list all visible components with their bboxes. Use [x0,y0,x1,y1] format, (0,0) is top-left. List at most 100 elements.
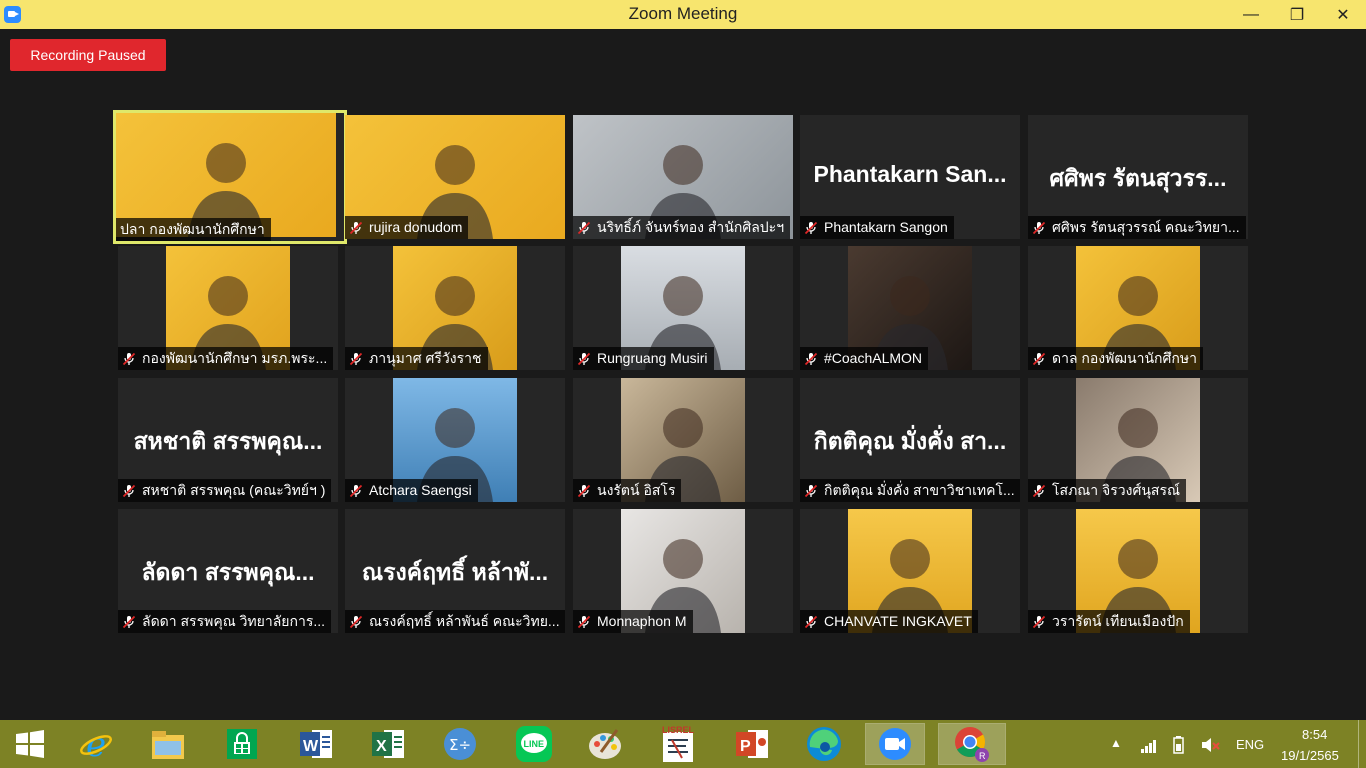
participant-tile[interactable]: โสภณา จิรวงศ์นุสรณ์ [1028,378,1248,502]
participant-display-name: Phantakarn San... [813,161,1007,187]
participant-name-label: กองพัฒนานักศึกษา มรภ.พระ... [118,347,334,370]
powerpoint-icon: P [736,730,768,758]
participant-name: #CoachALMON [824,350,923,366]
recording-paused-badge[interactable]: Recording Paused [10,39,166,71]
participant-display-name: สหชาติ สรรพคุณ... [133,428,323,454]
lisrel-icon-text: LISREL [662,725,695,735]
mic-muted-icon [577,221,591,234]
participant-tile[interactable]: นริทธิ์ภ์ จันทร์ทอง สำนักศิลปะฯ [573,115,793,239]
maximize-button[interactable]: ❐ [1274,0,1320,29]
paint-icon [589,729,621,759]
participant-name: Phantakarn Sangon [824,219,948,235]
show-hidden-icons-chevron-icon[interactable]: ▲ [1110,736,1122,750]
word-button[interactable]: W [294,724,338,764]
math-input-button[interactable]: Σ÷ [438,724,482,764]
participant-name-label: ดาล กองพัฒนานักศึกษา [1028,347,1203,370]
svg-text:LINE: LINE [524,739,545,749]
chrome-taskbar-button[interactable]: R [938,723,1006,765]
line-button[interactable]: LINE [512,724,556,764]
mic-muted-icon [1032,221,1046,234]
participant-name-label: นริทธิ์ภ์ จันทร์ทอง สำนักศิลปะฯ [573,216,791,239]
participant-display-name: ณรงค์ฤทธิ์ หล้าพั... [361,559,549,585]
participant-name: ลัดดา สรรพคุณ วิทยาลัยการ... [142,613,326,629]
participant-name-label: สหชาติ สรรพคุณ (คณะวิทย์ฯ ) [118,479,332,502]
participant-name: วรารัตน์ เทียนเมืองปัก [1052,613,1184,629]
participant-display-name: กิตติคุณ มั่งคั่ง สา... [813,428,1007,454]
participant-name-label: ลัดดา สรรพคุณ วิทยาลัยการ... [118,610,332,633]
zoom-icon [879,728,911,760]
participant-name-label: Rungruang Musiri [573,347,714,370]
participant-tile[interactable]: ปลา กองพัฒนานักศึกษา [113,110,347,244]
participant-name: Atchara Saengsi [369,482,472,498]
svg-text:P: P [740,738,751,755]
svg-text:W: W [303,738,319,755]
participant-tile[interactable]: ณรงค์ฤทธิ์ หล้าพั... ณรงค์ฤทธิ์ หล้าพันธ์… [345,509,565,633]
start-button[interactable] [8,724,52,764]
participant-tile[interactable]: วรารัตน์ เทียนเมืองปัก [1028,509,1248,633]
participant-display-name: ลัดดา สรรพคุณ... [141,559,315,585]
zoom-taskbar-button[interactable] [865,723,925,765]
internet-explorer-button[interactable]: e [74,724,118,764]
svg-text:X: X [376,738,387,755]
mic-muted-icon [577,615,591,628]
participant-tile[interactable]: กิตติคุณ มั่งคั่ง สา... กิตติคุณ มั่งคั่ง… [800,378,1020,502]
close-button[interactable]: ✕ [1320,0,1366,29]
internet-explorer-icon: e [80,726,112,762]
powerpoint-button[interactable]: P [730,724,774,764]
svg-text:R: R [979,751,986,761]
mic-muted-icon [122,352,136,365]
participant-tile[interactable]: Phantakarn San... Phantakarn Sangon [800,115,1020,239]
participant-tile[interactable]: #CoachALMON [800,246,1020,370]
participant-tile[interactable]: CHANVATE INGKAVET [800,509,1020,633]
file-explorer-button[interactable] [146,724,190,764]
participant-name-label: วรารัตน์ เทียนเมืองปัก [1028,610,1190,633]
volume-muted-icon[interactable] [1200,735,1222,760]
participant-tile[interactable]: กองพัฒนานักศึกษา มรภ.พระ... [118,246,338,370]
mic-muted-icon [577,484,591,497]
participant-tile[interactable]: rujira donudom [345,115,565,239]
mic-muted-icon [122,615,136,628]
participant-name-label: Phantakarn Sangon [800,216,954,239]
signal-icon[interactable] [1140,738,1158,759]
participant-tile[interactable]: Monnaphon M [573,509,793,633]
participant-name: กิตติคุณ มั่งคั่ง สาขาวิชาเทคโ... [824,482,1015,498]
participant-tile[interactable]: Atchara Saengsi [345,378,565,502]
participant-tile[interactable]: ดาล กองพัฒนานักศึกษา [1028,246,1248,370]
participant-name: กองพัฒนานักศึกษา มรภ.พระ... [142,350,328,366]
start-icon [16,730,44,758]
participant-name: นริทธิ์ภ์ จันทร์ทอง สำนักศิลปะฯ [597,219,785,235]
show-desktop-button[interactable] [1358,720,1366,768]
participant-name-label: ศศิพร รัตนสุวรรณ์ คณะวิทยา... [1028,216,1246,239]
paint-button[interactable] [584,724,628,764]
participant-name: ภานุมาศ ศรีวังราช [369,350,482,366]
participant-name-label: ณรงค์ฤทธิ์ หล้าพันธ์ คณะวิทย... [345,610,565,633]
clock-time[interactable]: 8:54 [1302,727,1327,742]
mic-muted-icon [349,484,363,497]
mic-muted-icon [122,484,136,497]
window-title: Zoom Meeting [628,4,738,23]
mic-muted-icon [804,352,818,365]
participant-tile[interactable]: ลัดดา สรรพคุณ... ลัดดา สรรพคุณ วิทยาลัยกา… [118,509,338,633]
participant-name-label: #CoachALMON [800,347,929,370]
edge-button[interactable] [802,724,846,764]
file-explorer-icon [152,731,184,759]
line-icon: LINE [516,726,552,762]
language-indicator[interactable]: ENG [1236,737,1264,752]
minimize-button[interactable]: — [1228,0,1274,29]
battery-icon[interactable] [1170,735,1188,760]
participant-tile[interactable]: ศศิพร รัตนสุวรร... ศศิพร รัตนสุวรรณ์ คณะว… [1028,115,1248,239]
math-input-icon: Σ÷ [444,728,476,760]
store-button[interactable] [220,724,264,764]
participant-name-label: โสภณา จิรวงศ์นุสรณ์ [1028,479,1186,502]
clock-date[interactable]: 19/1/2565 [1281,748,1339,763]
excel-button[interactable]: X [366,724,410,764]
participant-name-label: นงรัตน์ อิสโร [573,479,682,502]
participant-tile[interactable]: นงรัตน์ อิสโร [573,378,793,502]
lisrel-button[interactable]: LISREL [656,724,700,764]
participant-tile[interactable]: สหชาติ สรรพคุณ... สหชาติ สรรพคุณ (คณะวิทย… [118,378,338,502]
participant-name-label: กิตติคุณ มั่งคั่ง สาขาวิชาเทคโ... [800,479,1020,502]
participant-name-label: rujira donudom [345,216,469,239]
participant-name: CHANVATE INGKAVET [824,613,972,629]
participant-tile[interactable]: Rungruang Musiri [573,246,793,370]
participant-tile[interactable]: ภานุมาศ ศรีวังราช [345,246,565,370]
